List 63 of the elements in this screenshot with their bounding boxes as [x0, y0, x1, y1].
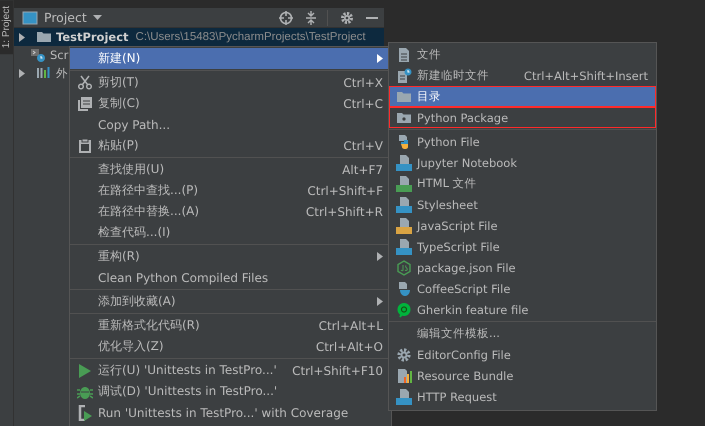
collapse-icon[interactable]: [305, 10, 317, 24]
settings-icon: [396, 346, 412, 362]
tree-item-label[interactable]: TestProject: [56, 30, 129, 44]
run-icon: [77, 362, 93, 378]
menu-item[interactable]: JavaScript File: [389, 215, 656, 236]
hexagon-icon: [396, 260, 412, 276]
collapsed-arrow-icon[interactable]: [18, 68, 26, 78]
window-icon: [22, 10, 38, 24]
tool-window-tab[interactable]: 1: Project: [0, 0, 13, 54]
menu-item[interactable]: Python Package: [389, 107, 656, 128]
coffee-cup-icon: [396, 280, 412, 296]
menu-item[interactable]: CoffeeScript File: [389, 278, 656, 299]
collapsed-arrow-icon[interactable]: [18, 32, 26, 42]
clipboard-icon: [77, 138, 93, 154]
menu-item[interactable]: 文件: [389, 44, 656, 65]
menu-item[interactable]: 编辑文件模板...: [389, 323, 656, 344]
scratch-icon: [30, 47, 46, 63]
menu-item[interactable]: 复制(C) Ctrl+C: [70, 93, 391, 114]
folder-icon: [36, 29, 52, 45]
menu-item[interactable]: 重新格式化代码(R) Ctrl+Alt+L: [70, 315, 391, 336]
coverage-icon: [77, 404, 93, 420]
menu-item[interactable]: 查找使用(U) Alt+F7: [70, 159, 391, 180]
caret-icon[interactable]: [92, 14, 102, 20]
menu-item[interactable]: 在路径中替换...(A) Ctrl+Shift+R: [70, 201, 391, 222]
menu-item[interactable]: 粘贴(P) Ctrl+V: [70, 135, 391, 156]
menu-item[interactable]: 检查代码...(I): [70, 222, 391, 243]
menu-item[interactable]: EditorConfig File: [389, 344, 656, 365]
menu-item[interactable]: 调试(D) 'Unittests in TestPro...': [70, 381, 391, 402]
menu-item[interactable]: 运行(U) 'Unittests in TestPro...' Ctrl+Shift+F10: [70, 360, 391, 381]
menu-item[interactable]: HTML 文件: [389, 173, 656, 194]
menu-item[interactable]: Copy Path...: [70, 114, 391, 135]
menu-item[interactable]: TypeScript File: [389, 236, 656, 257]
menu-item[interactable]: Resource Bundle: [389, 365, 656, 386]
menu-item[interactable]: 新建临时文件 Ctrl+Alt+Shift+Insert: [389, 65, 656, 86]
menu-item[interactable]: package.json File: [389, 257, 656, 278]
copy-icon: [77, 96, 93, 112]
file-clock-icon: [396, 68, 412, 84]
menu-item[interactable]: Gherkin feature file: [389, 299, 656, 320]
scissors-icon: [77, 74, 93, 90]
project-path: C:\Users\15483\PycharmProjects\TestProject: [136, 31, 366, 43]
menu-item[interactable]: Stylesheet: [389, 194, 656, 215]
minimize-icon[interactable]: [366, 16, 378, 20]
menu-item[interactable]: Clean Python Compiled Files: [70, 267, 391, 288]
menu-item[interactable]: 优化导入(Z) Ctrl+Alt+O: [70, 336, 391, 357]
tree-item-label[interactable]: Scr: [50, 48, 68, 62]
menu-item[interactable]: Run 'Unittests in TestPro...' with Coverage: [70, 402, 391, 423]
menu-item[interactable]: 目录: [389, 86, 656, 107]
settings-icon[interactable]: [340, 10, 354, 24]
menu-item[interactable]: 新建(N): [70, 48, 391, 69]
menu-item[interactable]: 剪切(T) Ctrl+X: [70, 72, 391, 93]
bar-chart-icon: [36, 65, 52, 81]
file-icon: [396, 46, 412, 62]
menu-item[interactable]: Python File: [389, 131, 656, 152]
target-icon[interactable]: [279, 10, 293, 24]
menu-item[interactable]: 重构(R): [70, 246, 391, 267]
cucumber-icon: [396, 302, 412, 318]
tree-item-label[interactable]: 外: [56, 66, 68, 80]
menu-item[interactable]: HTTP Request: [389, 386, 656, 407]
panel-title[interactable]: Project: [44, 10, 87, 25]
menu-item[interactable]: Jupyter Notebook: [389, 152, 656, 173]
menu-item[interactable]: 在路径中查找...(P) Ctrl+Shift+F: [70, 180, 391, 201]
menu-item[interactable]: 添加到收藏(A): [70, 291, 391, 312]
bundle-icon: [396, 368, 412, 384]
